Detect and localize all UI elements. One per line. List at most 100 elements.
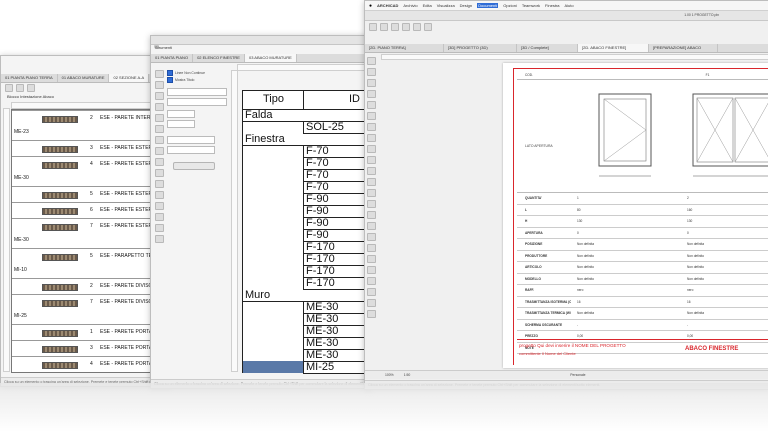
schedule-id-cell[interactable]: SOL-25 [303, 121, 371, 134]
print-icon[interactable] [391, 23, 399, 31]
fill-tool-icon[interactable] [155, 213, 164, 221]
middle-tab-2[interactable]: 02 ELENCO FINESTRE [193, 54, 245, 62]
slab-tool-icon[interactable] [367, 112, 376, 120]
table-row[interactable]: 2 ESE - PARETE INTERI [12, 110, 168, 127]
option-2[interactable]: Mostra Titolo [167, 77, 194, 83]
table-row[interactable]: 7 ESE - PARETE ESTER [12, 218, 168, 235]
column-tool-icon[interactable] [367, 90, 376, 98]
value-field-2[interactable] [167, 120, 195, 128]
table-row[interactable]: 1 ESE - PARETE PORTA [12, 324, 168, 341]
hotspot-tool-icon[interactable] [155, 224, 164, 232]
table-row[interactable]: 5 ESE - PARETE ESTER [12, 186, 168, 203]
hotspot-tool-icon[interactable] [367, 310, 376, 318]
right-tab-3[interactable]: [3D / Complete] [517, 44, 578, 52]
marquee-tool-icon[interactable] [367, 68, 376, 76]
stair-tool-icon[interactable] [155, 147, 164, 155]
menu-opzioni[interactable]: Opzioni [503, 3, 517, 8]
schedule-id-cell[interactable]: MI-25 [303, 361, 371, 374]
railing-tool-icon[interactable] [367, 200, 376, 208]
object-tool-icon[interactable] [367, 167, 376, 175]
menu-visualizza[interactable]: Visualizza [437, 3, 455, 8]
beam-tool-icon[interactable] [367, 101, 376, 109]
menu-design[interactable]: Design [460, 3, 472, 8]
menu-edita[interactable]: Edita [423, 3, 432, 8]
label-tool-icon[interactable] [367, 244, 376, 252]
door-tool-icon[interactable] [155, 103, 164, 111]
stair-tool-icon[interactable] [367, 189, 376, 197]
roof-tool-icon[interactable] [367, 123, 376, 131]
fit-window-icon[interactable] [424, 23, 432, 31]
undo-icon[interactable] [369, 23, 377, 31]
figure-tool-icon[interactable] [367, 299, 376, 307]
dropdown-2[interactable] [167, 98, 227, 106]
mode-readout[interactable]: Personale [570, 373, 585, 377]
door-tool-icon[interactable] [367, 156, 376, 164]
table-row[interactable]: 2 ESE - PARETE DIVISO [12, 278, 168, 295]
layers-icon[interactable] [27, 84, 35, 92]
roof-tool-icon[interactable] [155, 136, 164, 144]
figure-tool-icon[interactable] [155, 235, 164, 243]
wall-tool-icon[interactable] [155, 92, 164, 100]
left-tab-2[interactable]: 01 ABACO MURATURE [58, 74, 110, 82]
table-row[interactable]: 5 ESE - PARAPETTO TE [12, 248, 168, 265]
middle-tab-1[interactable]: 01 PIANTA PIANO [151, 54, 194, 62]
text-tool-icon[interactable] [367, 233, 376, 241]
slab-tool-icon[interactable] [155, 125, 164, 133]
checkbox-icon[interactable] [167, 70, 173, 76]
wall-tool-icon[interactable] [367, 79, 376, 87]
window-tool-icon[interactable] [367, 145, 376, 153]
arc-tool-icon[interactable] [367, 277, 376, 285]
text-tool-icon[interactable] [155, 158, 164, 166]
zoom-in-icon[interactable] [402, 23, 410, 31]
menu-finestra[interactable]: Finestra [545, 3, 559, 8]
menu-archicad[interactable]: ARCHICAD [377, 3, 398, 8]
right-tab-4[interactable]: [2D. ABACO FINESTRE] [578, 44, 649, 52]
arc-tool-icon[interactable] [155, 202, 164, 210]
right-tab-2[interactable]: [3D] PROGETTO (3D) [444, 44, 517, 52]
apply-button[interactable] [173, 162, 215, 170]
drawing-tool-icon[interactable] [367, 288, 376, 296]
dropdown-1[interactable] [167, 88, 227, 96]
dimension-tool-icon[interactable] [367, 222, 376, 230]
line-tool-icon[interactable] [367, 266, 376, 274]
zoom-out-icon[interactable] [413, 23, 421, 31]
zoom-icon[interactable] [16, 84, 24, 92]
table-row[interactable]: 4 ESE - PARETE PORTA [12, 356, 168, 373]
table-row[interactable]: 7 ESE - PARETE DIVISO [12, 294, 168, 311]
scale-readout[interactable]: 1:50 [404, 373, 411, 377]
option-1[interactable]: Linee Non Continue [167, 70, 205, 76]
arrow-tool-icon[interactable] [155, 70, 164, 78]
marquee-tool-icon[interactable] [155, 81, 164, 89]
value-field-4[interactable] [167, 146, 215, 154]
right-tab-5[interactable]: [PREPARAZIONE] ABACO [649, 44, 718, 52]
table-row[interactable]: 3 ESE - PARETE ESTER [12, 140, 168, 157]
schedule-id-cell[interactable]: F-170 [303, 277, 371, 290]
table-row[interactable]: 3 ESE - PARETE PORTA [12, 340, 168, 357]
checkbox-icon[interactable] [167, 77, 173, 83]
line-tool-icon[interactable] [155, 191, 164, 199]
label-tool-icon[interactable] [155, 169, 164, 177]
value-field-1[interactable] [167, 110, 195, 118]
zoom-readout[interactable]: 100% [385, 373, 394, 377]
table-row[interactable]: 4 ESE - PARETE ESTER [12, 156, 168, 173]
menu-archivio[interactable]: Archivio [403, 3, 417, 8]
left-tab-3[interactable]: 02 SEZIONE A-A [109, 74, 150, 82]
apple-icon[interactable]: ● [369, 3, 372, 9]
left-tab-1[interactable]: 01 PIANTA PIANO TERRA [1, 74, 58, 82]
table-row[interactable]: 6 ESE - PARETE ESTER [12, 202, 168, 219]
dimension-tool-icon[interactable] [155, 180, 164, 188]
mesh-tool-icon[interactable] [367, 211, 376, 219]
menu-aiuto[interactable]: Aiuto [565, 3, 574, 8]
zone-tool-icon[interactable] [367, 178, 376, 186]
value-field-3[interactable] [167, 136, 215, 144]
menu-teamwork[interactable]: Teamwork [522, 3, 540, 8]
middle-tab-3[interactable]: 03 ABACO MURATURE [244, 54, 297, 62]
redo-icon[interactable] [380, 23, 388, 31]
menu-documenti[interactable]: Documenti [477, 3, 499, 8]
right-tab-1[interactable]: [2D. PIANO TERRA] [365, 44, 444, 52]
fill-tool-icon[interactable] [367, 255, 376, 263]
arrow-tool-icon[interactable] [367, 57, 376, 65]
select-icon[interactable] [5, 84, 13, 92]
shell-tool-icon[interactable] [367, 134, 376, 142]
window-tool-icon[interactable] [155, 114, 164, 122]
